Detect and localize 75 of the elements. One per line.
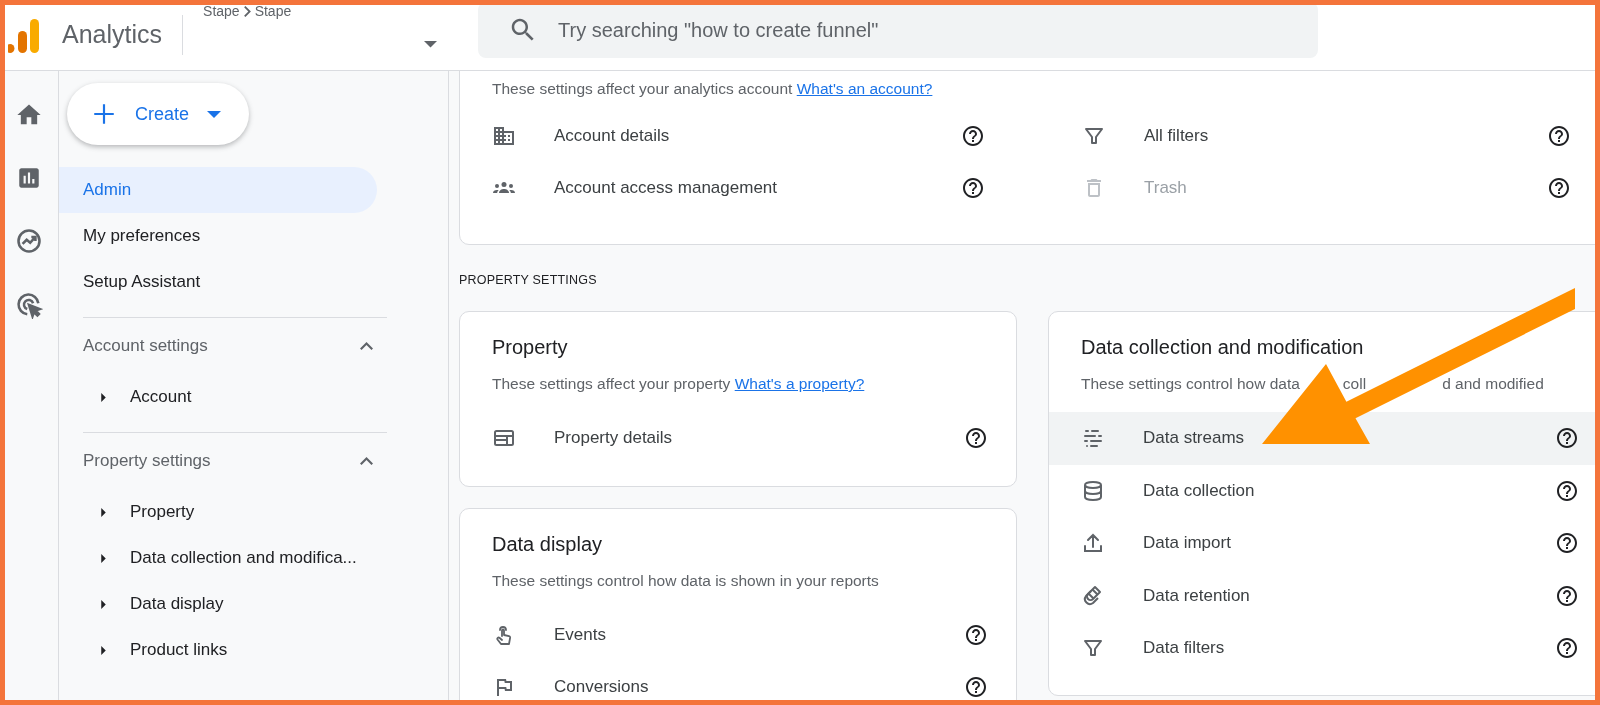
- card-title: Data display: [492, 532, 604, 556]
- bar-chart-icon: [16, 165, 42, 191]
- help-icon: [1555, 583, 1579, 608]
- nav-item[interactable]: Product links: [130, 640, 228, 660]
- settings-row[interactable]: Conversions: [460, 661, 1016, 705]
- nav-item[interactable]: Data display: [130, 594, 224, 614]
- help-icon: [964, 426, 988, 451]
- section-label: PROPERTY SETTINGS: [459, 273, 598, 287]
- nav-item[interactable]: Setup Assistant: [59, 259, 377, 305]
- caret-right-icon: [101, 553, 106, 563]
- database-icon: [1081, 478, 1105, 503]
- settings-row[interactable]: All filters: [1082, 110, 1600, 162]
- row-label: Property details: [554, 428, 674, 449]
- nav-section-title: Property settings: [83, 451, 211, 471]
- help-icon: [1555, 531, 1579, 556]
- plus-icon: [91, 101, 117, 127]
- create-button[interactable]: Create: [67, 83, 250, 145]
- row-label: Account access management: [554, 178, 778, 198]
- help-icon: [961, 176, 985, 200]
- nav-item[interactable]: Data collection and modifica...: [130, 548, 357, 568]
- settings-row[interactable]: Account details: [492, 110, 1082, 162]
- card-title: Property: [492, 336, 569, 359]
- settings-row[interactable]: Data collection: [1049, 464, 1600, 517]
- settings-row[interactable]: Events: [460, 608, 1016, 661]
- row-label: Events: [554, 624, 607, 645]
- card-description: These settings control how data: [1081, 375, 1300, 393]
- settings-row[interactable]: Data retention: [1049, 569, 1600, 622]
- nav-section-title: Account settings: [83, 336, 208, 356]
- row-label: Data streams: [1143, 428, 1246, 449]
- row-label: Data import: [1143, 533, 1232, 554]
- row-label: Trash: [1144, 178, 1188, 198]
- help-icon: [1555, 478, 1579, 503]
- help-icon: [1547, 176, 1571, 200]
- settings-row[interactable]: Property details: [460, 412, 1016, 465]
- nav-item[interactable]: My preferences: [59, 213, 377, 259]
- help-link[interactable]: What's an account?: [796, 80, 933, 97]
- help-icon: [964, 622, 988, 647]
- help-icon: [1547, 124, 1571, 148]
- nav-item[interactable]: Property: [130, 502, 195, 522]
- help-icon: [1555, 426, 1579, 451]
- target-cursor-icon: [15, 291, 43, 319]
- card-description: These settings control how data is shown in your reports: [492, 571, 880, 590]
- settings-row[interactable]: Data filters: [1049, 622, 1600, 675]
- caret-right-icon: [101, 599, 106, 609]
- row-label: Data filters: [1143, 638, 1226, 659]
- dropdown-icon: [424, 41, 438, 48]
- settings-row[interactable]: Account access management: [492, 162, 1082, 214]
- nav-item[interactable]: Admin: [59, 167, 377, 213]
- row-label: Data collection: [1143, 480, 1256, 501]
- nav-item[interactable]: Account: [130, 387, 192, 407]
- row-label: Data retention: [1143, 585, 1251, 606]
- card-description: These settings affect your property What's a property?: [492, 375, 866, 393]
- building-icon: [492, 124, 516, 148]
- caret-right-icon: [101, 392, 106, 402]
- row-label: All filters: [1144, 126, 1210, 146]
- row-label: Conversions: [554, 677, 650, 698]
- breadcrumb-item[interactable]: Stape: [203, 3, 240, 19]
- trend-circle-icon: [15, 227, 43, 255]
- card-description: d and modified: [1442, 375, 1544, 393]
- card-description: These settings affect your analytics account What's an account?: [492, 80, 934, 98]
- card-title: Data collection and modification: [1081, 336, 1365, 359]
- help-icon: [964, 675, 988, 700]
- breadcrumb-item[interactable]: Stape: [254, 3, 292, 19]
- help-icon: [961, 124, 985, 148]
- row-label: Account details: [554, 126, 671, 146]
- caret-right-icon: [101, 645, 106, 655]
- card-description: coll: [1342, 375, 1367, 393]
- caret-right-icon: [101, 507, 106, 517]
- search-field[interactable]: Try searching "how to create funnel": [478, 2, 1319, 58]
- help-icon: [1555, 636, 1579, 661]
- caret-icon: [207, 110, 222, 118]
- help-link[interactable]: What's a property?: [734, 375, 865, 392]
- settings-row[interactable]: Data import: [1049, 517, 1600, 570]
- app-name: Analytics: [62, 15, 184, 55]
- chevron-right-icon: [243, 5, 251, 17]
